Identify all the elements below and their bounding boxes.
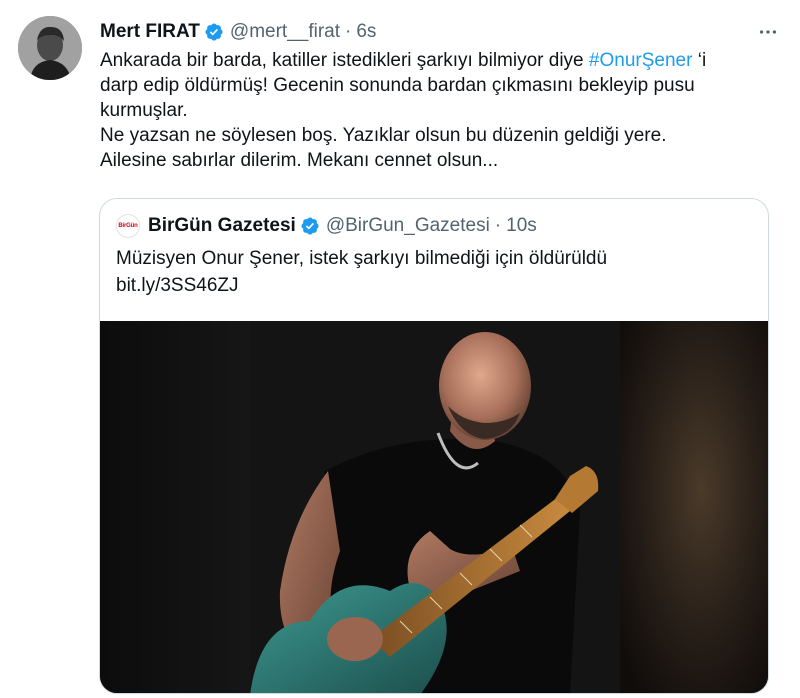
quoted-author-name[interactable]: BirGün Gazetesi — [148, 215, 296, 237]
quoted-tweet[interactable]: BirGün BirGün Gazetesi @BirGun_Gazetesi … — [99, 198, 769, 694]
tweet-text: Ankarada bir barda, katiller istedikleri… — [100, 48, 780, 173]
tweet-timestamp[interactable]: 6s — [356, 21, 376, 43]
shortened-link[interactable]: bit.ly/3SS46ZJ — [116, 272, 607, 299]
quoted-tweet-text: Müzisyen Onur Şener, istek şarkıyı bilme… — [116, 245, 607, 299]
tweet-text-line: Ne yazsan ne söylesen boş. Yazıklar olsu… — [100, 125, 667, 146]
author-avatar[interactable] — [18, 16, 82, 80]
tweet-text-line: kurmuşlar. — [100, 100, 188, 121]
tweet-text-line: Ankarada bir barda, katiller istedikleri… — [100, 48, 780, 73]
separator-dot: · — [345, 21, 352, 42]
more-options-icon[interactable] — [754, 18, 782, 46]
guitarist-photo — [100, 321, 768, 693]
tweet-text-segment: Ankarada bir barda, katiller istedikleri… — [100, 50, 589, 71]
author-handle[interactable]: @mert__firat — [230, 21, 340, 43]
tweet-text-segment: ‘i — [692, 50, 707, 71]
quoted-avatar-logo-text: BirGün — [118, 223, 138, 229]
tweet-text-line: Ailesine sabırlar dilerim. Mekanı cennet… — [100, 150, 499, 171]
tweet-header: Mert FIRAT @mert__firat · 6s — [100, 18, 376, 46]
separator-dot: · — [494, 215, 502, 236]
quoted-author-avatar[interactable]: BirGün — [116, 214, 140, 238]
author-name[interactable]: Mert FIRAT — [100, 21, 200, 43]
tweet[interactable]: Mert FIRAT @mert__firat · 6s Ankarada bi… — [0, 0, 800, 698]
hashtag-link[interactable]: #OnurŞener — [589, 50, 693, 71]
verified-badge-icon — [204, 22, 224, 42]
quoted-tweet-photo[interactable] — [100, 321, 768, 693]
author-avatar-photo — [18, 16, 82, 80]
quoted-tweet-header: BirGün BirGün Gazetesi @BirGun_Gazetesi … — [116, 213, 537, 239]
tweet-text-line: darp edip öldürmüş! Gecenin sonunda bard… — [100, 75, 695, 96]
quoted-text-line: Müzisyen Onur Şener, istek şarkıyı bilme… — [116, 248, 608, 269]
verified-badge-icon — [300, 216, 320, 236]
quoted-tweet-timestamp[interactable]: 10s — [506, 215, 537, 237]
quoted-author-handle[interactable]: @BirGun_Gazetesi — [326, 215, 490, 237]
